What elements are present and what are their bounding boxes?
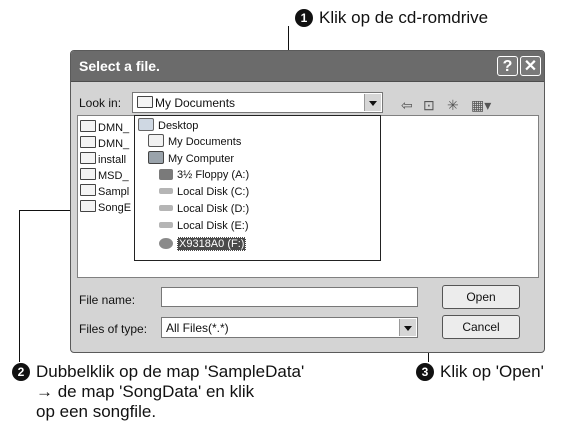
disk-icon	[159, 222, 173, 228]
look-in-text: My Documents	[155, 96, 236, 110]
list-item[interactable]: DMN_	[80, 120, 129, 135]
disk-icon	[159, 205, 173, 211]
look-in-dropdown-list[interactable]: Desktop My Documents My Computer 3½ Flop…	[134, 115, 381, 261]
callout-number-1: 1	[295, 9, 313, 27]
open-button-label: Open	[466, 290, 496, 304]
list-item[interactable]: MSD_	[80, 168, 129, 183]
dropdown-item-label: Local Disk (D:)	[177, 203, 250, 215]
dropdown-item-label: Desktop	[158, 120, 199, 132]
callout-2-line1: Dubbelklik op de map 'SampleData'	[36, 362, 305, 381]
callout-3: 3 Klik op 'Open'	[416, 362, 544, 382]
floppy-icon	[159, 169, 173, 180]
title-bar: Select a file. ? ✕	[71, 51, 544, 82]
dropdown-item-label: My Computer	[168, 153, 235, 165]
dropdown-item-label: My Documents	[168, 136, 242, 148]
dropdown-item-desktop[interactable]: Desktop	[138, 118, 198, 133]
open-button[interactable]: Open	[442, 285, 520, 309]
callout-1-text: Klik op de cd-romdrive	[319, 8, 489, 27]
folder-icon	[80, 200, 96, 212]
dropdown-item-disk-e[interactable]: Local Disk (E:)	[159, 219, 249, 234]
dropdown-item-my-computer[interactable]: My Computer	[148, 151, 234, 166]
folder-label: DMN_	[98, 138, 130, 150]
file-name-input[interactable]	[161, 287, 418, 307]
back-icon[interactable]: ⇦	[401, 97, 413, 114]
dropdown-item-label: 3½ Floppy (A:)	[177, 169, 250, 181]
list-item[interactable]: install	[80, 152, 126, 167]
folder-icon	[80, 184, 96, 196]
new-folder-icon[interactable]: ✳	[447, 97, 459, 114]
file-name-label: File name:	[79, 293, 136, 307]
cancel-button-label: Cancel	[462, 320, 500, 334]
look-in-label: Look in:	[79, 96, 122, 110]
folder-icon	[80, 152, 96, 164]
up-folder-icon[interactable]: ⊡	[423, 97, 435, 114]
dropdown-item-label: Local Disk (E:)	[177, 220, 249, 232]
list-item[interactable]: SongE	[80, 200, 131, 215]
leader-line-2	[19, 210, 20, 362]
list-item[interactable]: DMN_	[80, 136, 129, 151]
view-menu-icon[interactable]: ▦▾	[471, 97, 491, 114]
folder-label: MSD_	[98, 170, 129, 182]
callout-2: 2 Dubbelklik op de map 'SampleData' → de …	[12, 362, 304, 422]
dropdown-item-label-selected: X9318A0 (F:)	[177, 237, 247, 251]
close-button[interactable]: ✕	[520, 56, 541, 76]
folder-icon	[80, 168, 96, 180]
dropdown-item-disk-d[interactable]: Local Disk (D:)	[159, 202, 249, 217]
folder-label: Sampl	[98, 186, 130, 198]
files-of-type-arrow[interactable]	[399, 319, 416, 336]
dropdown-item-cdrom[interactable]: X9318A0 (F:)	[159, 237, 247, 252]
files-of-type-select[interactable]: All Files(*.*)	[161, 317, 418, 338]
list-item-sampledata[interactable]: Sampl	[80, 184, 129, 199]
cdrom-icon	[159, 238, 173, 249]
files-of-type-value: All Files(*.*)	[166, 321, 229, 335]
folder-label: SongE	[98, 202, 132, 214]
look-in-dropdown-arrow[interactable]	[364, 94, 381, 111]
dropdown-item-label: Local Disk (C:)	[177, 186, 250, 198]
documents-icon	[137, 96, 153, 108]
help-button[interactable]: ?	[497, 56, 518, 76]
folder-label: install	[98, 154, 127, 166]
look-in-value: My Documents	[137, 96, 235, 110]
dropdown-item-floppy[interactable]: 3½ Floppy (A:)	[159, 168, 249, 183]
computer-icon	[148, 151, 164, 164]
dropdown-item-my-documents[interactable]: My Documents	[148, 134, 241, 149]
callout-1: 1 Klik op de cd-romdrive	[295, 8, 488, 28]
callout-2-line2: → de map 'SongData' en klik	[36, 382, 255, 401]
documents-icon	[148, 134, 164, 147]
folder-icon	[80, 136, 96, 148]
disk-icon	[159, 188, 173, 194]
callout-number-3: 3	[416, 363, 434, 381]
files-of-type-label: Files of type:	[79, 322, 148, 336]
select-file-dialog: Select a file. ? ✕ Look in: My Documents…	[70, 50, 545, 353]
desktop-icon	[138, 118, 154, 131]
folder-icon	[80, 120, 96, 132]
folder-label: DMN_	[98, 122, 130, 134]
cancel-button[interactable]: Cancel	[442, 315, 520, 339]
callout-number-2: 2	[12, 363, 30, 381]
callout-3-text: Klik op 'Open'	[440, 362, 544, 381]
dropdown-item-disk-c[interactable]: Local Disk (C:)	[159, 185, 249, 200]
callout-2-line3: op een songfile.	[36, 402, 157, 421]
dialog-title: Select a file.	[79, 58, 160, 74]
look-in-combo[interactable]: My Documents	[132, 92, 383, 113]
